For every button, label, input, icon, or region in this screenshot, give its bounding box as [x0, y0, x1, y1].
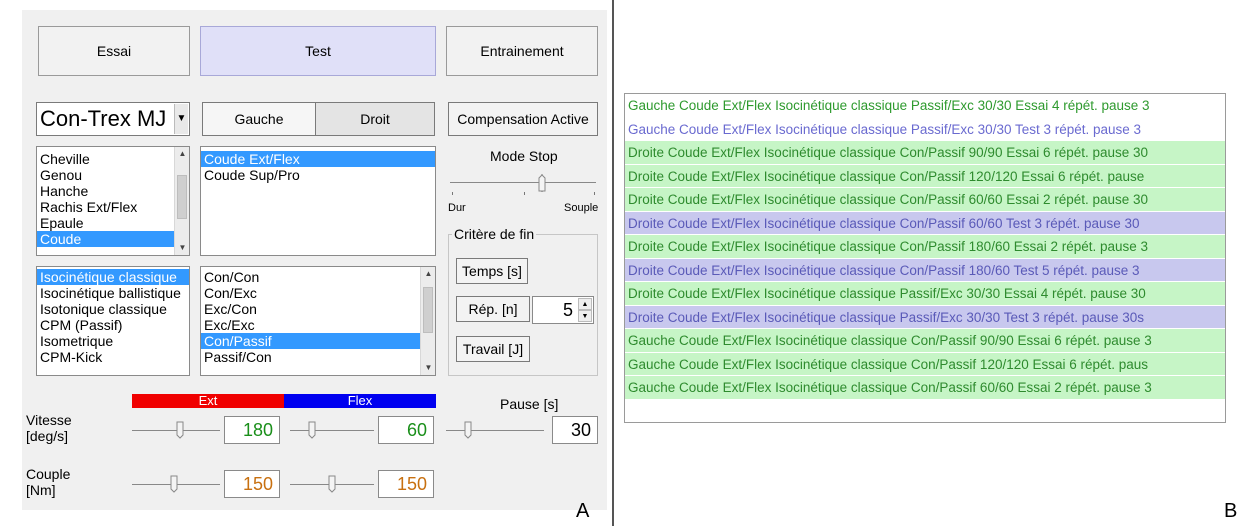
side-right-button[interactable]: Droit — [315, 102, 435, 136]
joint-list-scrollbar[interactable]: ▲ ▼ — [174, 147, 189, 255]
speed-flex-slider[interactable] — [290, 418, 376, 446]
mode-stop-slider[interactable] — [446, 168, 600, 202]
scroll-down-icon[interactable]: ▼ — [175, 241, 189, 255]
control-panel: Essai Test Entrainement Con-Trex MJ ▼ Ga… — [22, 10, 607, 510]
list-item[interactable]: Isometrique — [37, 333, 189, 349]
side-left-button[interactable]: Gauche — [202, 102, 316, 136]
ext-color-bar: Ext — [132, 394, 284, 408]
stepper-up-icon[interactable]: ▲ — [578, 298, 592, 310]
list-item[interactable]: Passif/Con — [201, 349, 435, 365]
list-item[interactable]: CPM (Passif) — [37, 317, 189, 333]
log-row[interactable]: Droite Coude Ext/Flex Isocinétique class… — [625, 141, 1225, 165]
log-row[interactable]: Droite Coude Ext/Flex Isocinétique class… — [625, 235, 1225, 259]
log-row[interactable]: Gauche Coude Ext/Flex Isocinétique class… — [625, 329, 1225, 353]
log-row[interactable]: Droite Coude Ext/Flex Isocinétique class… — [625, 282, 1225, 306]
device-select[interactable]: Con-Trex MJ ▼ — [36, 102, 190, 136]
mode-items: Isocinétique classique Isocinétique balli… — [37, 267, 189, 365]
slider-thumb[interactable] — [538, 174, 546, 192]
list-item[interactable]: Coude — [37, 231, 189, 247]
log-row[interactable]: Droite Coude Ext/Flex Isocinétique class… — [625, 211, 1225, 235]
pause-input[interactable]: 30 — [552, 416, 598, 444]
compensation-button[interactable]: Compensation Active — [448, 102, 598, 136]
list-item[interactable]: Cheville — [37, 151, 189, 167]
joint-items: Cheville Genou Hanche Rachis Ext/Flex Epaule… — [37, 147, 189, 247]
list-item[interactable]: Con/Exc — [201, 285, 435, 301]
stepper-down-icon[interactable]: ▼ — [578, 310, 592, 322]
torque-ext-input[interactable]: 150 — [224, 470, 280, 498]
tab-essai[interactable]: Essai — [38, 26, 190, 76]
end-criteria-title: Critère de fin — [452, 226, 537, 242]
mode-list[interactable]: Isocinétique classique Isocinétique balli… — [36, 266, 190, 376]
reps-criterion-button[interactable]: Rép. [n] — [456, 296, 530, 322]
list-item[interactable]: Isotonique classique — [37, 301, 189, 317]
scroll-up-icon[interactable]: ▲ — [175, 147, 189, 161]
list-item[interactable]: Exc/Exc — [201, 317, 435, 333]
slider-thumb[interactable] — [176, 421, 184, 439]
scroll-thumb[interactable] — [177, 175, 187, 219]
session-log-list[interactable]: Gauche Coude Ext/Flex Isocinétique class… — [624, 93, 1226, 423]
log-row[interactable]: Gauche Coude Ext/Flex Isocinétique class… — [625, 376, 1225, 400]
list-item[interactable]: Exc/Con — [201, 301, 435, 317]
mode-stop-max-label: Souple — [564, 202, 599, 214]
pause-label: Pause [s] — [500, 396, 559, 412]
movement-items: Coude Ext/Flex Coude Sup/Pro — [201, 147, 435, 183]
tab-test[interactable]: Test — [200, 26, 436, 76]
list-item[interactable]: Con/Con — [201, 269, 435, 285]
slider-thumb[interactable] — [170, 475, 178, 493]
torque-flex-slider[interactable] — [290, 472, 376, 500]
contraction-list-scrollbar[interactable]: ▲ ▼ — [420, 267, 435, 375]
list-item[interactable]: Hanche — [37, 183, 189, 199]
mode-stop-min-label: Dur — [448, 202, 466, 214]
slider-thumb[interactable] — [464, 421, 472, 439]
log-row[interactable]: Gauche Coude Ext/Flex Isocinétique class… — [625, 352, 1225, 376]
reps-value: 5 — [562, 300, 573, 320]
list-item[interactable]: Con/Passif — [201, 333, 435, 349]
log-row[interactable]: Droite Coude Ext/Flex Isocinétique class… — [625, 164, 1225, 188]
pause-slider[interactable] — [446, 418, 546, 446]
chevron-down-icon[interactable]: ▼ — [174, 104, 188, 134]
list-item[interactable]: Isocinétique ballistique — [37, 285, 189, 301]
contraction-list[interactable]: Con/Con Con/Exc Exc/Con Exc/Exc Con/Passif Pa… — [200, 266, 436, 376]
torque-label: Couple [Nm] — [26, 466, 71, 498]
list-item[interactable]: CPM-Kick — [37, 349, 189, 365]
slider-thumb[interactable] — [328, 475, 336, 493]
list-item[interactable]: Epaule — [37, 215, 189, 231]
log-row[interactable]: Gauche Coude Ext/Flex Isocinétique class… — [625, 94, 1225, 118]
list-item[interactable]: Coude Ext/Flex — [201, 151, 435, 167]
torque-flex-input[interactable]: 150 — [378, 470, 434, 498]
panel-b: Gauche Coude Ext/Flex Isocinétique class… — [614, 0, 1244, 526]
movement-list[interactable]: Coude Ext/Flex Coude Sup/Pro — [200, 146, 436, 256]
reps-stepper[interactable]: 5 ▲ ▼ — [532, 296, 594, 324]
device-select-value: Con-Trex MJ — [40, 106, 167, 131]
speed-flex-input[interactable]: 60 — [378, 416, 434, 444]
scroll-thumb[interactable] — [423, 287, 433, 333]
speed-ext-slider[interactable] — [132, 418, 222, 446]
torque-ext-slider[interactable] — [132, 472, 222, 500]
tab-entrainement[interactable]: Entrainement — [446, 26, 598, 76]
contraction-items: Con/Con Con/Exc Exc/Con Exc/Exc Con/Passif Pa… — [201, 267, 435, 365]
panel-a: Essai Test Entrainement Con-Trex MJ ▼ Ga… — [0, 0, 612, 526]
scroll-down-icon[interactable]: ▼ — [421, 361, 435, 375]
joint-list[interactable]: Cheville Genou Hanche Rachis Ext/Flex Epaule… — [36, 146, 190, 256]
speed-ext-input[interactable]: 180 — [224, 416, 280, 444]
list-item[interactable]: Isocinétique classique — [37, 269, 189, 285]
slider-thumb[interactable] — [308, 421, 316, 439]
flex-color-bar: Flex — [284, 394, 436, 408]
log-row[interactable]: Droite Coude Ext/Flex Isocinétique class… — [625, 305, 1225, 329]
work-criterion-button[interactable]: Travail [J] — [456, 336, 530, 362]
list-item[interactable]: Rachis Ext/Flex — [37, 199, 189, 215]
scroll-up-icon[interactable]: ▲ — [421, 267, 435, 281]
list-item[interactable]: Coude Sup/Pro — [201, 167, 435, 183]
mode-stop-title: Mode Stop — [490, 148, 558, 164]
time-criterion-button[interactable]: Temps [s] — [456, 258, 528, 284]
log-row[interactable]: Droite Coude Ext/Flex Isocinétique class… — [625, 258, 1225, 282]
panel-label-a: A — [576, 500, 590, 522]
speed-label: Vitesse [deg/s] — [26, 412, 72, 444]
log-row[interactable]: Droite Coude Ext/Flex Isocinétique class… — [625, 188, 1225, 212]
panel-label-b: B — [1224, 500, 1238, 522]
log-row[interactable]: Gauche Coude Ext/Flex Isocinétique class… — [625, 117, 1225, 141]
list-item[interactable]: Genou — [37, 167, 189, 183]
